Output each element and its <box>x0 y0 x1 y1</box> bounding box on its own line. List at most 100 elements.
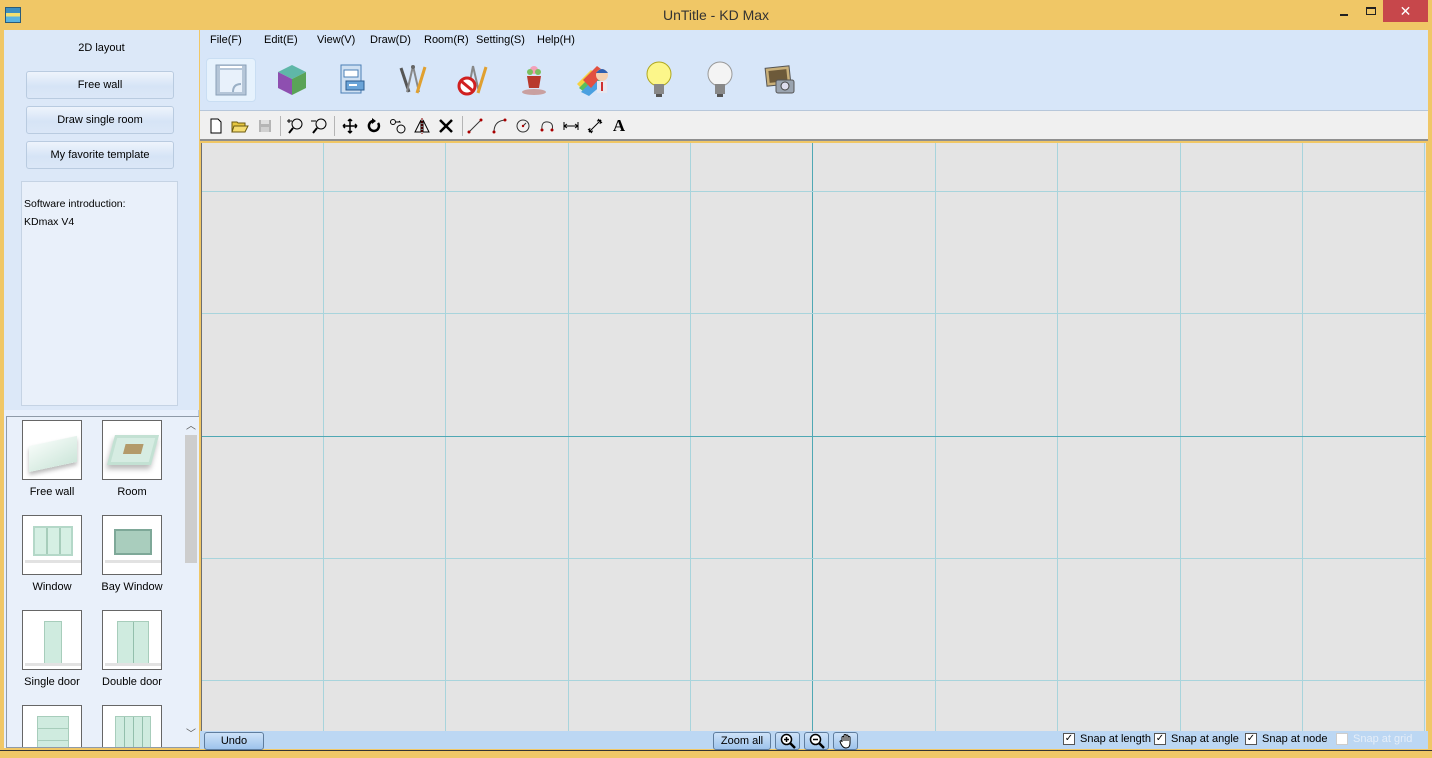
draw-single-room-button[interactable]: Draw single room <box>26 106 174 134</box>
library-item-label: Double door <box>102 676 162 688</box>
software-intro-box: Software introduction: KDmax V4 <box>21 181 178 406</box>
line-tool-button[interactable] <box>464 115 486 137</box>
snap-angle-checkbox[interactable]: ✓ Snap at angle <box>1154 733 1239 745</box>
pan-button[interactable] <box>833 732 858 750</box>
toolbar-separator <box>280 116 281 136</box>
text-tool-button[interactable]: A <box>608 115 630 137</box>
delete-icon <box>439 119 453 133</box>
snap-grid-checkbox: Snap at grid <box>1336 733 1412 745</box>
library-scrollbar[interactable]: ︿ ﹀ <box>183 417 199 747</box>
move-button[interactable] <box>339 115 361 137</box>
close-button[interactable]: ✕ <box>1383 0 1428 22</box>
title-bar: UnTitle - KD Max ✕ <box>0 0 1432 30</box>
library-item-free-wall[interactable]: Free wall <box>17 420 87 498</box>
save-icon <box>259 120 271 132</box>
clear-drawing-button[interactable] <box>448 58 498 102</box>
drawing-tools-button[interactable] <box>388 58 438 102</box>
edit-toolbar: A <box>200 111 1428 141</box>
maximize-button[interactable] <box>1357 0 1384 22</box>
library-item-label: Single door <box>24 676 80 688</box>
menu-file[interactable]: File(F) <box>210 34 242 46</box>
menu-draw[interactable]: Draw(D) <box>370 34 411 46</box>
zoom-in-button[interactable] <box>775 732 800 750</box>
library-item-room[interactable]: Room <box>97 420 167 498</box>
scroll-up-icon[interactable]: ︿ <box>183 419 199 435</box>
snap-node-label: Snap at node <box>1262 733 1328 745</box>
minimize-button[interactable] <box>1330 0 1357 22</box>
room-thumbnail <box>102 420 162 480</box>
folding-door-thumbnail <box>102 705 162 747</box>
snap-node-checkbox[interactable]: ✓ Snap at node <box>1245 733 1327 745</box>
light-on-button[interactable] <box>634 58 684 102</box>
mirror-button[interactable] <box>411 115 433 137</box>
3d-view-button[interactable] <box>267 58 317 102</box>
scroll-down-icon[interactable]: ﹀ <box>183 727 199 743</box>
light-off-button[interactable] <box>695 58 745 102</box>
favorite-template-button[interactable]: My favorite template <box>26 141 174 169</box>
menu-bar: File(F) Edit(E) View(V) Draw(D) Room(R) … <box>200 30 1428 52</box>
clear-drawing-icon <box>457 65 488 96</box>
zoom-out-icon <box>809 733 825 749</box>
library-item-folding-door[interactable] <box>97 705 167 747</box>
save-button[interactable] <box>254 115 276 137</box>
menu-help[interactable]: Help(H) <box>537 34 575 46</box>
free-wall-button[interactable]: Free wall <box>26 71 174 99</box>
bay-window-thumbnail <box>102 515 162 575</box>
undo-button[interactable]: Undo <box>204 732 264 750</box>
curve-icon <box>540 121 554 132</box>
new-file-button[interactable] <box>205 115 227 137</box>
window-title: UnTitle - KD Max <box>662 7 770 23</box>
library-item-bay-window[interactable]: Bay Window <box>97 515 167 593</box>
open-button[interactable] <box>229 115 251 137</box>
copy-button[interactable] <box>387 115 409 137</box>
window-bottom-border <box>0 750 1432 758</box>
menu-setting[interactable]: Setting(S) <box>476 34 525 46</box>
arc-tool-button[interactable] <box>488 115 510 137</box>
library-item-label: Free wall <box>29 486 75 498</box>
library-item-single-door[interactable]: Single door <box>17 610 87 688</box>
2d-layout-button[interactable] <box>206 58 256 102</box>
status-bar: Undo Zoom all ✓ Snap at length ✓ Snap at a… <box>200 731 1428 750</box>
zoom-all-button[interactable]: Zoom all <box>713 732 771 750</box>
grid-line-vertical <box>445 143 446 731</box>
new-file-icon <box>210 118 222 134</box>
grid-line-vertical <box>1057 143 1058 731</box>
library-item-double-door[interactable]: Double door <box>97 610 167 688</box>
snap-length-checkbox[interactable]: ✓ Snap at length <box>1063 733 1151 745</box>
curve-tool-button[interactable] <box>536 115 558 137</box>
delete-button[interactable] <box>435 115 457 137</box>
grid-line-vertical <box>690 143 691 731</box>
zoom-previous-icon <box>311 118 327 134</box>
zoom-previous-button[interactable] <box>308 115 330 137</box>
scrollbar-thumb[interactable] <box>185 435 197 563</box>
dimension-tool-button[interactable] <box>560 115 582 137</box>
library-item-window[interactable]: Window <box>17 515 87 593</box>
render-camera-icon <box>764 65 795 94</box>
text-icon: A <box>612 116 626 135</box>
cabinet-catalog-button[interactable] <box>327 58 377 102</box>
decoration-button[interactable] <box>509 58 559 102</box>
zoom-window-button[interactable] <box>284 115 306 137</box>
drawing-canvas[interactable] <box>201 143 1426 731</box>
menu-view[interactable]: View(V) <box>317 34 355 46</box>
circle-tool-button[interactable] <box>512 115 534 137</box>
render-camera-button[interactable] <box>755 58 805 102</box>
drawing-tools-icon <box>399 65 427 94</box>
menu-room[interactable]: Room(R) <box>424 34 469 46</box>
checkbox-checked-icon: ✓ <box>1154 733 1166 745</box>
align-dimension-button[interactable] <box>584 115 606 137</box>
material-designer-icon <box>577 66 608 96</box>
zoom-out-button[interactable] <box>804 732 829 750</box>
rotate-button[interactable] <box>363 115 385 137</box>
library-item-grid-door[interactable] <box>17 705 87 747</box>
menu-edit[interactable]: Edit(E) <box>264 34 298 46</box>
material-designer-button[interactable] <box>570 58 620 102</box>
library-item-label: Bay Window <box>101 581 163 593</box>
3d-cube-icon <box>278 65 306 95</box>
component-library: Free wall Room Window Bay Window Single … <box>6 416 199 748</box>
cabinet-catalog-icon <box>340 64 365 94</box>
2d-layout-icon <box>215 64 247 96</box>
snap-angle-label: Snap at angle <box>1171 733 1239 745</box>
left-panel: 2D layout Free wall Draw single room My … <box>4 30 199 748</box>
zoom-in-icon <box>780 733 796 749</box>
